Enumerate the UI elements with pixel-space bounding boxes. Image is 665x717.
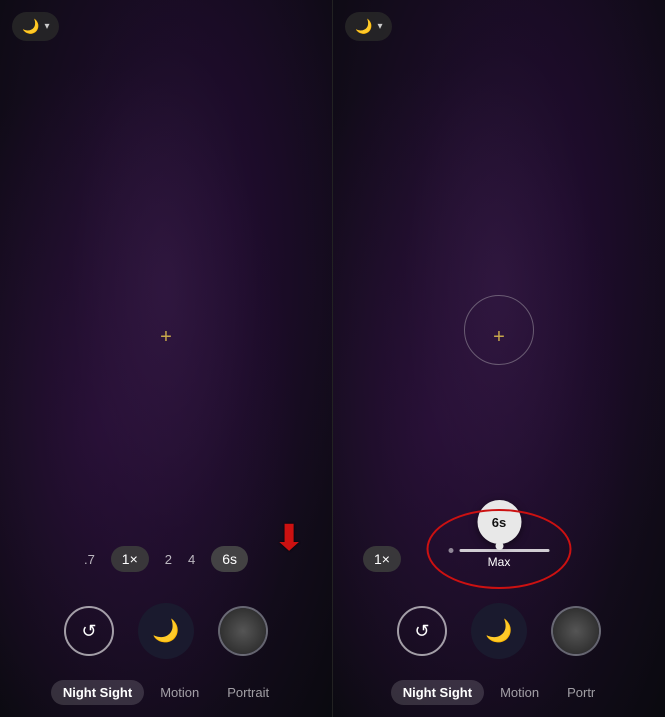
thumb-image-right [553,608,599,654]
zoom-1x-right[interactable]: 1× [363,546,401,572]
zoom-4-left[interactable]: 4 [188,552,195,567]
crosshair-right: + [493,327,505,347]
mode-selector-left[interactable]: 🌙 ▾ [12,12,59,41]
moon-icon-btn-left: 🌙 [152,618,179,644]
rotate-icon-right: ↺ [414,621,429,642]
exposure-fill [460,549,550,552]
thumb-image-left [220,608,266,654]
controls-row-left: ↺ 🌙 [0,603,332,659]
tabs-row-left: Night Sight Motion Portrait [0,680,332,705]
exposure-max-label: Max [488,555,511,569]
tab-motion-left[interactable]: Motion [148,680,211,705]
photo-thumbnail-left[interactable] [218,606,268,656]
zoom-1x-left[interactable]: 1× [111,546,149,572]
tab-portrait-right[interactable]: Portr [555,680,607,705]
moon-icon-left: 🌙 [22,18,39,35]
exposure-popup[interactable]: 6s Max [449,500,550,569]
tab-portrait-left[interactable]: Portrait [215,680,281,705]
crosshair-left: + [160,327,172,347]
night-mode-button-left[interactable]: 🌙 [138,603,194,659]
mode-selector-right[interactable]: 🌙 ▾ [345,12,392,41]
controls-row-right: ↺ 🌙 [333,603,665,659]
right-panel: 🌙 ▾ + 1× 6s Max ↺ 🌙 Night Sig [333,0,665,717]
rotate-button-right[interactable]: ↺ [397,606,447,656]
photo-thumbnail-right[interactable] [551,606,601,656]
chevron-down-icon-left: ▾ [44,21,49,32]
exposure-dot-min [449,548,454,553]
red-arrow-indicator: ⬇ [272,517,305,559]
left-panel: 🌙 ▾ + .7 1× 2 4 6s ⬇ ↺ 🌙 Night Sight Mot… [0,0,332,717]
zoom-2-left[interactable]: 2 [165,552,172,567]
night-mode-button-right[interactable]: 🌙 [471,603,527,659]
rotate-button-left[interactable]: ↺ [64,606,114,656]
moon-icon-right: 🌙 [355,18,372,35]
tab-motion-right[interactable]: Motion [488,680,551,705]
rotate-icon-left: ↺ [81,621,96,642]
tab-night-sight-left[interactable]: Night Sight [51,680,144,705]
chevron-down-icon-right: ▾ [377,21,382,32]
zoom-07-left[interactable]: .7 [84,552,95,567]
tab-night-sight-right[interactable]: Night Sight [391,680,484,705]
tabs-row-right: Night Sight Motion Portr [333,680,665,705]
zoom-6s-left[interactable]: 6s [211,546,248,572]
exposure-bubble: 6s [477,500,521,544]
moon-icon-btn-right: 🌙 [485,618,512,644]
exposure-slider[interactable] [460,549,550,552]
